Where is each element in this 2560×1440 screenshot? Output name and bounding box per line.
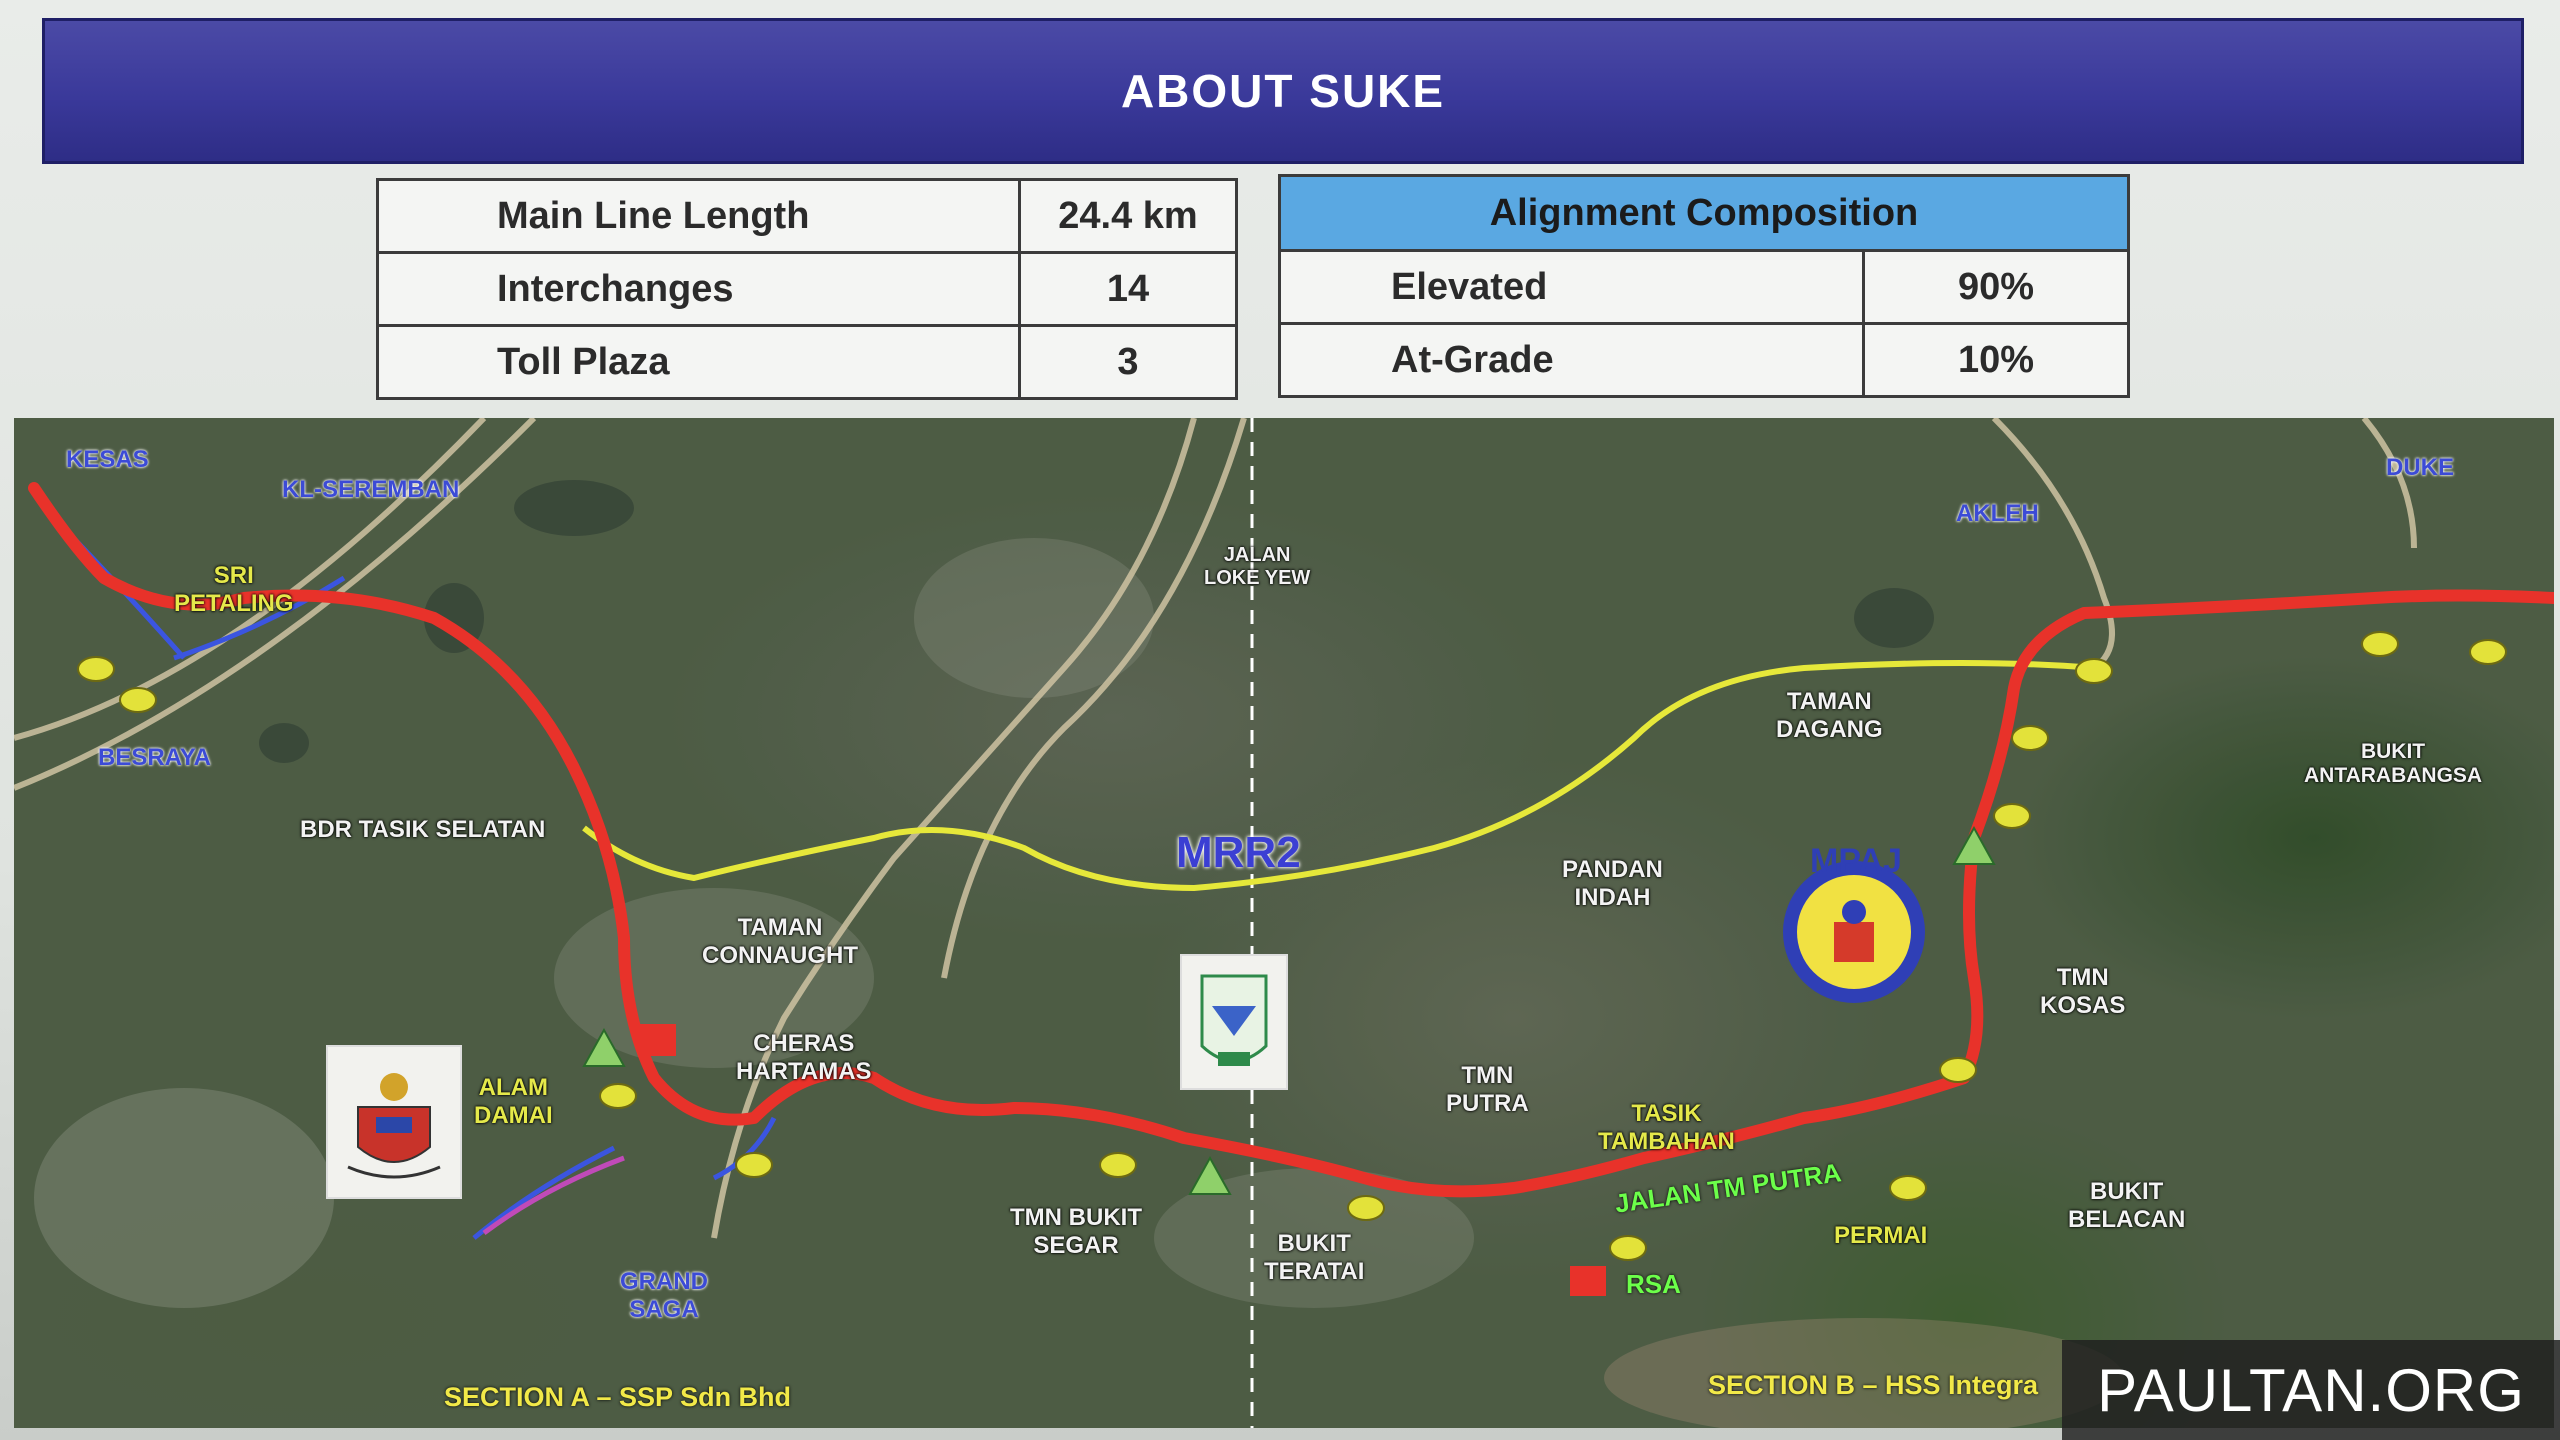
table-row: Interchanges 14: [376, 251, 1238, 327]
red-square-marker: [638, 1024, 676, 1056]
label-pandan-indah: PANDAN INDAH: [1562, 856, 1663, 911]
interchange-marker: [119, 687, 157, 713]
interchange-marker: [1099, 1152, 1137, 1178]
stat-label: Toll Plaza: [376, 324, 1021, 400]
table-row: Toll Plaza 3: [376, 324, 1238, 400]
interchange-marker: [2361, 631, 2399, 657]
label-besraya: BESRAYA: [98, 744, 211, 771]
label-tmn-kosas: TMN KOSAS: [2040, 964, 2126, 1019]
rsa-marker: [1570, 1266, 1606, 1296]
mpkj-logo: [1180, 954, 1288, 1090]
label-grand-saga: GRAND SAGA: [620, 1268, 708, 1323]
interchange-marker: [1889, 1175, 1927, 1201]
label-kesas: KESAS: [66, 446, 149, 473]
alignment-label: At-Grade: [1278, 322, 1865, 398]
presentation-slide: ABOUT SUKE Main Line Length 24.4 km Inte…: [0, 0, 2560, 1440]
label-cheras-hartamas: CHERAS HARTAMAS: [736, 1030, 872, 1085]
project-stats-table: Main Line Length 24.4 km Interchanges 14…: [376, 178, 1238, 400]
label-jalan-loke-yew: JALAN LOKE YEW: [1204, 544, 1311, 589]
section-b-label: SECTION B – HSS Integra: [1708, 1370, 2039, 1400]
interchange-marker: [599, 1083, 637, 1109]
route-map: MPAJ KESAS KL-SEREMBAN BESRAYA AKLEH DUK…: [14, 418, 2554, 1428]
table-row: Main Line Length 24.4 km: [376, 178, 1238, 254]
label-bukit-teratai: BUKIT TERATAI: [1264, 1230, 1365, 1285]
label-duke: DUKE: [2386, 454, 2455, 481]
interchange-marker: [2011, 725, 2049, 751]
label-permai: PERMAI: [1834, 1222, 1928, 1249]
label-bukit-antarabangsa: BUKIT ANTARABANGSA: [2304, 740, 2483, 788]
interchange-marker: [735, 1152, 773, 1178]
mpaj-logo: MPAJ: [1774, 842, 1944, 1012]
dbkl-logo: [326, 1045, 462, 1199]
label-taman-connaught: TAMAN CONNAUGHT: [702, 914, 858, 969]
alignment-label: Elevated: [1278, 249, 1865, 325]
interchange-marker: [77, 656, 115, 682]
label-kl-seremban: KL-SEREMBAN: [282, 476, 460, 503]
interchange-marker: [2075, 658, 2113, 684]
stat-value: 14: [1018, 251, 1238, 327]
label-mrr2: MRR2: [1176, 828, 1301, 877]
mpaj-logo-text: MPAJ: [1810, 842, 1902, 880]
slide-title: ABOUT SUKE: [1120, 65, 1446, 117]
crest-icon: [347, 1073, 441, 1179]
emblem-icon: [1200, 974, 1268, 1066]
stat-value: 24.4 km: [1018, 178, 1238, 254]
interchange-marker: [2469, 639, 2507, 665]
watermark: PAULTAN.ORG: [2062, 1340, 2560, 1440]
table-header-row: Alignment Composition: [1278, 174, 2130, 252]
label-taman-dagang: TAMAN DAGANG: [1776, 688, 1883, 743]
alignment-value: 90%: [1862, 249, 2130, 325]
interchange-marker: [1609, 1235, 1647, 1261]
interchange-marker: [1993, 803, 2031, 829]
label-bdr-tasik-selatan: BDR TASIK SELATAN: [300, 816, 546, 843]
stat-label: Main Line Length: [376, 178, 1021, 254]
label-alam-damai: ALAM DAMAI: [474, 1074, 553, 1129]
stat-value: 3: [1018, 324, 1238, 400]
label-tmn-bukit-segar: TMN BUKIT SEGAR: [1010, 1204, 1142, 1259]
label-bukit-belacan: BUKIT BELACAN: [2068, 1178, 2186, 1233]
label-akleh: AKLEH: [1956, 500, 2039, 527]
alignment-value: 10%: [1862, 322, 2130, 398]
label-tasik-tambahan: TASIK TAMBAHAN: [1598, 1100, 1735, 1155]
title-bar: ABOUT SUKE: [42, 18, 2524, 164]
alignment-composition-table: Alignment Composition Elevated 90% At-Gr…: [1278, 174, 2130, 398]
table-row: Elevated 90%: [1278, 249, 2130, 325]
table-row: At-Grade 10%: [1278, 322, 2130, 398]
label-rsa: RSA: [1626, 1269, 1681, 1299]
interchange-marker: [1347, 1195, 1385, 1221]
stat-label: Interchanges: [376, 251, 1021, 327]
mpaj-seal-icon: MPAJ: [1783, 842, 1925, 1003]
alignment-header: Alignment Composition: [1278, 174, 2130, 252]
label-sri-petaling: SRI PETALING: [174, 562, 294, 617]
interchange-marker: [1939, 1057, 1977, 1083]
section-a-label: SECTION A – SSP Sdn Bhd: [444, 1382, 792, 1412]
watermark-text: PAULTAN.ORG: [2097, 1356, 2525, 1424]
label-tmn-putra: TMN PUTRA: [1446, 1062, 1529, 1117]
